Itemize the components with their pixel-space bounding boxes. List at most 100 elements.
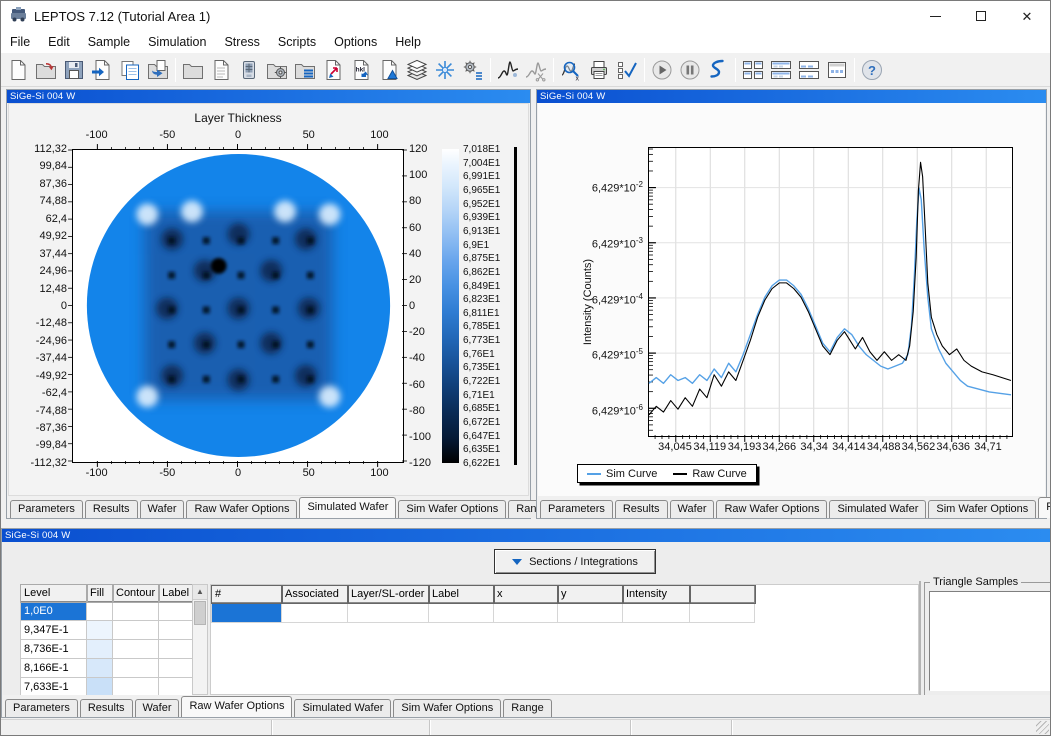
material-settings-icon[interactable] [263,56,291,84]
points-table-header-y[interactable]: y [558,586,623,603]
level-table-header-level[interactable]: Level [21,585,87,602]
table-row[interactable] [212,603,755,623]
points-cell[interactable] [690,603,755,623]
contour-cell[interactable] [113,640,159,659]
points-table-header--[interactable]: # [212,586,282,603]
level-cell[interactable]: 1,0E0 [21,602,87,621]
label-cell[interactable] [159,602,195,621]
tab-wafer[interactable]: Wafer [670,500,715,518]
check-options-icon[interactable] [613,56,641,84]
menu-item-simulation[interactable]: Simulation [139,31,215,53]
tab-parameters[interactable]: Parameters [5,699,78,717]
contour-cell[interactable] [113,621,159,640]
menu-item-sample[interactable]: Sample [79,31,139,53]
points-cell[interactable] [494,603,558,623]
level-cell[interactable]: 8,166E-1 [21,659,87,678]
maximize-button[interactable] [958,1,1004,31]
points-table-header-associated[interactable]: Associated [282,586,348,603]
curve-window-titlebar[interactable]: SiGe-Si 004 W [537,90,1046,103]
tile-windows-icon[interactable] [739,56,767,84]
level-cell[interactable]: 8,736E-1 [21,640,87,659]
level-cell[interactable]: 9,347E-1 [21,621,87,640]
points-cell[interactable] [429,603,494,623]
points-table-header-layer-sl-order[interactable]: Layer/SL-order [348,586,429,603]
tab-parameters[interactable]: Parameters [10,500,83,518]
document-icon[interactable] [207,56,235,84]
fill-cell[interactable] [87,659,113,678]
contour-cell[interactable] [113,678,159,696]
folder-icon[interactable] [179,56,207,84]
tab-wafer[interactable]: Wafer [140,500,185,518]
export-file-icon[interactable] [144,56,172,84]
triangle-samples-list[interactable] [929,591,1050,691]
points-table-header-label[interactable]: Label [429,586,494,603]
parameters-gear-icon[interactable] [459,56,487,84]
tab-raw-wafer-options[interactable]: Raw Wafer Options [716,500,827,518]
intensity-plot[interactable] [648,147,1013,437]
tab-range[interactable]: Range [503,699,551,717]
tab-sim-wafer-options[interactable]: Sim Wafer Options [928,500,1036,518]
import-document-icon[interactable] [88,56,116,84]
tile-vertical-icon[interactable] [795,56,823,84]
table-row[interactable]: 8,166E-1 [21,659,195,678]
tab-raw-wafer-options[interactable]: Raw Wafer Options [181,696,292,717]
level-table-header-label[interactable]: Label [159,585,195,602]
contour-cell[interactable] [113,602,159,621]
save-file-icon[interactable] [60,56,88,84]
points-cell[interactable] [282,603,348,623]
points-cell[interactable] [623,603,690,623]
wafer-window-titlebar[interactable]: SiGe-Si 004 W [7,90,530,103]
simulation-document-icon[interactable] [375,56,403,84]
new-document-icon[interactable] [4,56,32,84]
contour-cell[interactable] [113,659,159,678]
points-table-header-blank[interactable] [690,586,755,603]
menu-item-scripts[interactable]: Scripts [269,31,325,53]
window-titlebar[interactable]: LEPTOS 7.12 (Tutorial Area 1) ✕ [1,1,1050,31]
sections-integrations-button[interactable]: Sections / Integrations [494,549,656,574]
zoom-curve-icon[interactable]: x [557,56,585,84]
menu-item-edit[interactable]: Edit [39,31,79,53]
scroll-up-icon[interactable]: ▲ [193,585,207,600]
tab-results[interactable]: Results [80,699,133,717]
menu-item-options[interactable]: Options [325,31,386,53]
hkl-export-icon[interactable]: hkl [347,56,375,84]
points-cell[interactable] [212,603,282,623]
menu-item-file[interactable]: File [1,31,39,53]
tab-simulated-wafer[interactable]: Simulated Wafer [294,699,391,717]
level-table-scrollbar[interactable]: ▲ [192,584,208,695]
wafer-map-plot[interactable] [72,149,404,463]
resize-grip[interactable] [1036,721,1049,734]
sample-holder-icon[interactable] [235,56,263,84]
convolution-star-icon[interactable] [431,56,459,84]
fill-cell[interactable] [87,621,113,640]
cut-curve-icon[interactable] [522,56,550,84]
tab-parameters[interactable]: Parameters [540,500,613,518]
tab-raw-wafer-options[interactable]: Raw Wafer Options [186,500,297,518]
points-cell[interactable] [348,603,429,623]
fill-cell[interactable] [87,602,113,621]
script-editor-icon[interactable] [704,56,732,84]
tab-simulated-wafer[interactable]: Simulated Wafer [829,500,926,518]
tab-results[interactable]: Results [85,500,138,518]
table-row[interactable]: 1,0E0 [21,602,195,621]
label-cell[interactable] [159,621,195,640]
arrange-window-icon[interactable] [823,56,851,84]
fill-cell[interactable] [87,640,113,659]
label-cell[interactable] [159,659,195,678]
table-row[interactable]: 7,633E-1 [21,678,195,696]
export-script-icon[interactable] [319,56,347,84]
layers-stack-icon[interactable] [403,56,431,84]
help-icon[interactable]: ? [858,56,886,84]
pause-script-icon[interactable] [676,56,704,84]
fill-cell[interactable] [87,678,113,696]
points-table-header-x[interactable]: x [494,586,558,603]
tab-sim-wafer-options[interactable]: Sim Wafer Options [398,500,506,518]
tab-range[interactable]: Range [1038,497,1051,518]
tile-horizontal-icon[interactable] [767,56,795,84]
print-icon[interactable] [585,56,613,84]
duplicate-document-icon[interactable] [116,56,144,84]
points-cell[interactable] [558,603,623,623]
menu-item-help[interactable]: Help [386,31,430,53]
run-script-icon[interactable] [648,56,676,84]
level-table-header-fill[interactable]: Fill [87,585,113,602]
